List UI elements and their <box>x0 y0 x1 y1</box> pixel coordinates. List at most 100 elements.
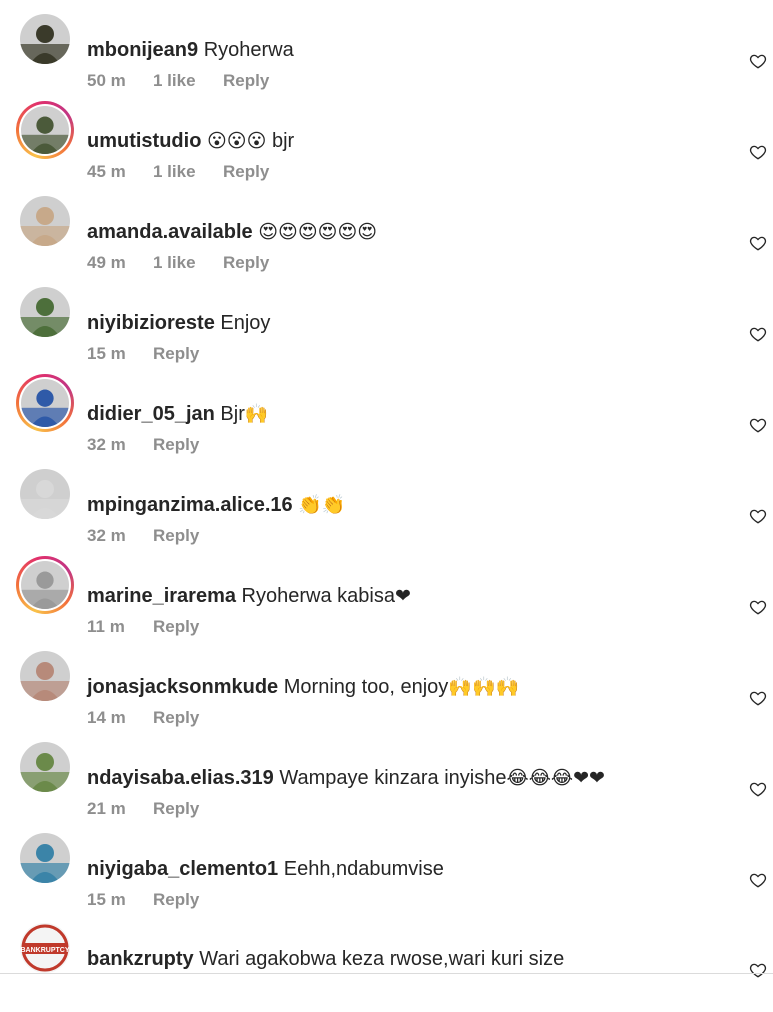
heart-outline-icon <box>749 234 767 252</box>
reply-button[interactable]: Reply <box>153 434 199 456</box>
comment-text: Wari agakobwa keza rwose,wari kuri size <box>199 948 565 970</box>
username[interactable]: didier_05_jan <box>87 403 215 425</box>
comment-meta: 14 m Reply <box>87 707 199 729</box>
comment-meta: 49 m 1 like Reply <box>87 252 269 274</box>
like-heart-button[interactable] <box>749 507 767 525</box>
avatar[interactable] <box>20 742 70 792</box>
reply-button[interactable]: Reply <box>223 161 269 183</box>
comment-meta: 11 m Reply <box>87 616 199 638</box>
comment-text-line: mbonijean9 Ryoherwa <box>87 38 294 62</box>
username[interactable]: bankzrupty <box>87 948 194 970</box>
comment-text-line: didier_05_jan Bjr🙌 <box>87 402 269 426</box>
avatar[interactable] <box>20 196 70 246</box>
comment-text: Ryoherwa <box>203 39 294 61</box>
reply-button[interactable]: Reply <box>153 616 199 638</box>
comment-time: 15 m <box>87 344 126 363</box>
comment-text-line: niyibizioreste Enjoy <box>87 311 270 335</box>
comment-row: ndayisaba.elias.319 Wampaye kinzara inyi… <box>0 740 773 831</box>
comment-text: Wampaye kinzara inyishe <box>279 767 507 789</box>
avatar-image <box>20 469 70 519</box>
like-heart-button[interactable] <box>749 234 767 252</box>
like-count[interactable]: 1 like <box>153 70 223 92</box>
heart-outline-icon <box>749 325 767 343</box>
heart-outline-icon <box>749 598 767 616</box>
reply-button[interactable]: Reply <box>153 889 199 911</box>
reply-button[interactable]: Reply <box>153 343 199 365</box>
avatar[interactable] <box>20 651 70 701</box>
comment-row: jonasjacksonmkude Morning too, enjoy🙌🙌🙌 1… <box>0 649 773 740</box>
username[interactable]: niyibizioreste <box>87 312 215 334</box>
comment-time: 15 m <box>87 890 126 909</box>
comment-text-line: jonasjacksonmkude Morning too, enjoy🙌🙌🙌 <box>87 675 519 699</box>
username[interactable]: mpinganzima.alice.16 <box>87 494 293 516</box>
like-heart-button[interactable] <box>749 780 767 798</box>
comment-text: Morning too, enjoy <box>283 676 449 698</box>
avatar-image <box>20 833 70 883</box>
comment-emoji: 😂😂😂❤❤ <box>506 767 605 789</box>
like-heart-button[interactable] <box>749 598 767 616</box>
avatar-image <box>21 379 69 427</box>
reply-button[interactable]: Reply <box>153 707 199 729</box>
avatar-image <box>20 651 70 701</box>
avatar[interactable]: BANKRUPTCY <box>20 923 70 973</box>
username[interactable]: jonasjacksonmkude <box>87 676 278 698</box>
username[interactable]: amanda.available <box>87 221 253 243</box>
like-heart-button[interactable] <box>749 689 767 707</box>
username[interactable]: ndayisaba.elias.319 <box>87 767 274 789</box>
comment-meta: 45 m 1 like Reply <box>87 161 269 183</box>
avatar[interactable] <box>16 556 74 614</box>
comment-emoji: 😍😍😍😍😍😍 <box>258 221 378 243</box>
reply-button[interactable]: Reply <box>153 525 199 547</box>
comment-time: 11 m <box>87 617 125 636</box>
comment-meta: 50 m 1 like Reply <box>87 70 269 92</box>
like-heart-button[interactable] <box>749 416 767 434</box>
like-heart-button[interactable] <box>749 871 767 889</box>
avatar[interactable] <box>16 374 74 432</box>
username[interactable]: mbonijean9 <box>87 39 198 61</box>
comment-text-line: niyigaba_clemento1 Eehh,ndabumvise <box>87 857 444 881</box>
comment-emoji: ❤ <box>394 585 411 607</box>
comment-text-line: mpinganzima.alice.16 👏👏 <box>87 493 346 517</box>
comment-text-after: bjr <box>271 130 295 152</box>
heart-outline-icon <box>749 416 767 434</box>
avatar[interactable] <box>20 469 70 519</box>
avatar-image: BANKRUPTCY <box>20 923 70 973</box>
heart-outline-icon <box>749 780 767 798</box>
like-heart-button[interactable] <box>749 143 767 161</box>
reply-button[interactable]: Reply <box>223 252 269 274</box>
like-heart-button[interactable] <box>749 961 767 979</box>
comment-row: didier_05_jan Bjr🙌 32 m Reply <box>0 374 773 467</box>
username[interactable]: marine_irarema <box>87 585 236 607</box>
avatar[interactable] <box>16 101 74 159</box>
avatar[interactable] <box>20 14 70 64</box>
username[interactable]: niyigaba_clemento1 <box>87 858 278 880</box>
comment-row: niyibizioreste Enjoy 15 m Reply <box>0 285 773 376</box>
comment-text: Eehh,ndabumvise <box>283 858 444 880</box>
comment-meta: 21 m Reply <box>87 798 199 820</box>
like-count[interactable]: 1 like <box>153 252 223 274</box>
avatar-image <box>20 742 70 792</box>
comment-meta: 15 m Reply <box>87 343 199 365</box>
username[interactable]: umutistudio <box>87 130 201 152</box>
comment-text: Ryoherwa kabisa <box>241 585 395 607</box>
like-count[interactable]: 1 like <box>153 161 223 183</box>
comment-row: amanda.available 😍😍😍😍😍😍 49 m 1 like Reply <box>0 194 773 285</box>
heart-outline-icon <box>749 143 767 161</box>
avatar[interactable] <box>20 287 70 337</box>
comment-meta: 15 m Reply <box>87 889 199 911</box>
comment-row: BANKRUPTCY bankzrupty Wari agakobwa keza … <box>0 921 773 1012</box>
reply-button[interactable]: Reply <box>153 798 199 820</box>
avatar-image <box>20 14 70 64</box>
like-heart-button[interactable] <box>749 52 767 70</box>
heart-outline-icon <box>749 689 767 707</box>
avatar[interactable] <box>20 833 70 883</box>
avatar-image <box>20 196 70 246</box>
comment-time: 32 m <box>87 526 126 545</box>
comment-text-line: umutistudio 😮😮😮 bjr <box>87 129 294 153</box>
comment-emoji: 👏👏 <box>298 494 346 516</box>
reply-button[interactable]: Reply <box>223 70 269 92</box>
comment-time: 14 m <box>87 708 126 727</box>
like-heart-button[interactable] <box>749 325 767 343</box>
heart-outline-icon <box>749 961 767 979</box>
heart-outline-icon <box>749 507 767 525</box>
